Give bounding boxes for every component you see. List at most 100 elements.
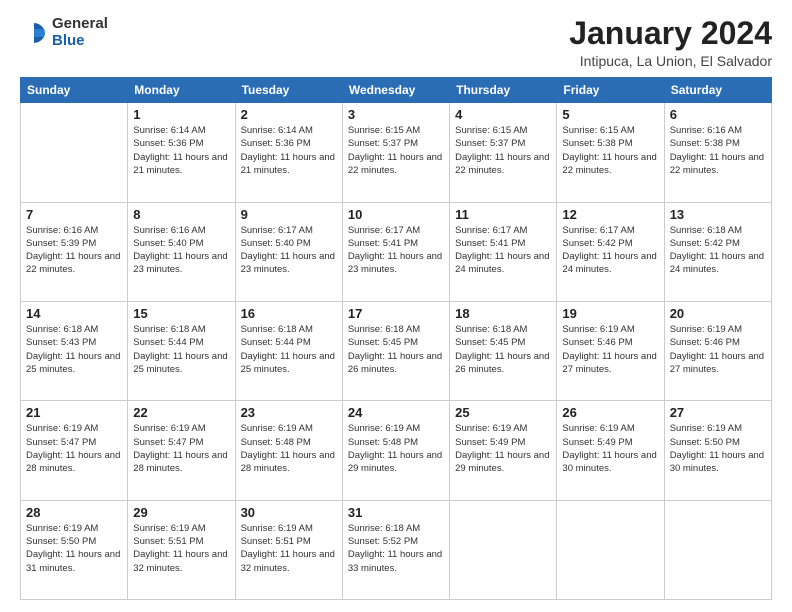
- calendar-cell: 16 Sunrise: 6:18 AMSunset: 5:44 PMDayligh…: [235, 301, 342, 400]
- calendar-cell: 3 Sunrise: 6:15 AMSunset: 5:37 PMDaylight…: [342, 103, 449, 202]
- calendar-cell: 28Sunrise: 6:19 AMSunset: 5:50 PMDayligh…: [21, 500, 128, 599]
- weekday-header-wednesday: Wednesday: [342, 78, 449, 103]
- day-info: Sunrise: 6:15 AMSunset: 5:37 PMDaylight:…: [348, 124, 444, 177]
- calendar-cell: 9 Sunrise: 6:17 AMSunset: 5:40 PMDaylight…: [235, 202, 342, 301]
- day-number: 27: [670, 405, 766, 420]
- day-number: 25: [455, 405, 551, 420]
- calendar-cell: 20Sunrise: 6:19 AMSunset: 5:46 PMDayligh…: [664, 301, 771, 400]
- day-number: 4: [455, 107, 551, 122]
- weekday-header-tuesday: Tuesday: [235, 78, 342, 103]
- calendar-cell: 4 Sunrise: 6:15 AMSunset: 5:37 PMDaylight…: [450, 103, 557, 202]
- calendar-cell: [450, 500, 557, 599]
- weekday-header-sunday: Sunday: [21, 78, 128, 103]
- calendar-cell: 11Sunrise: 6:17 AMSunset: 5:41 PMDayligh…: [450, 202, 557, 301]
- logo-icon: [20, 19, 48, 47]
- day-info: Sunrise: 6:15 AMSunset: 5:37 PMDaylight:…: [455, 124, 551, 177]
- day-info: Sunrise: 6:17 AMSunset: 5:40 PMDaylight:…: [241, 224, 337, 277]
- day-number: 7: [26, 207, 122, 222]
- day-number: 19: [562, 306, 658, 321]
- weekday-header-friday: Friday: [557, 78, 664, 103]
- calendar-cell: 15 Sunrise: 6:18 AMSunset: 5:44 PMDayligh…: [128, 301, 235, 400]
- day-info: Sunrise: 6:16 AMSunset: 5:38 PMDaylight:…: [670, 124, 766, 177]
- day-number: 30: [241, 505, 337, 520]
- day-number: 5: [562, 107, 658, 122]
- day-number: 22: [133, 405, 229, 420]
- day-info: Sunrise: 6:18 AMSunset: 5:45 PMDaylight:…: [455, 323, 551, 376]
- day-info: Sunrise: 6:14 AMSunset: 5:36 PMDaylight:…: [133, 124, 229, 177]
- calendar-cell: 6 Sunrise: 6:16 AMSunset: 5:38 PMDaylight…: [664, 103, 771, 202]
- calendar-cell: 18Sunrise: 6:18 AMSunset: 5:45 PMDayligh…: [450, 301, 557, 400]
- calendar-cell: 7 Sunrise: 6:16 AMSunset: 5:39 PMDaylight…: [21, 202, 128, 301]
- day-number: 6: [670, 107, 766, 122]
- calendar-cell: 31Sunrise: 6:18 AMSunset: 5:52 PMDayligh…: [342, 500, 449, 599]
- day-info: Sunrise: 6:19 AMSunset: 5:48 PMDaylight:…: [348, 422, 444, 475]
- calendar-cell: [21, 103, 128, 202]
- day-number: 20: [670, 306, 766, 321]
- day-number: 14: [26, 306, 122, 321]
- weekday-header-row: SundayMondayTuesdayWednesdayThursdayFrid…: [21, 78, 772, 103]
- day-number: 3: [348, 107, 444, 122]
- day-info: Sunrise: 6:18 AMSunset: 5:44 PMDaylight:…: [241, 323, 337, 376]
- day-number: 29: [133, 505, 229, 520]
- day-number: 21: [26, 405, 122, 420]
- day-info: Sunrise: 6:19 AMSunset: 5:47 PMDaylight:…: [133, 422, 229, 475]
- month-title: January 2024: [569, 16, 772, 51]
- location-subtitle: Intipuca, La Union, El Salvador: [569, 53, 772, 69]
- calendar-cell: 12Sunrise: 6:17 AMSunset: 5:42 PMDayligh…: [557, 202, 664, 301]
- calendar-week-row: 14 Sunrise: 6:18 AMSunset: 5:43 PMDayligh…: [21, 301, 772, 400]
- calendar-cell: [664, 500, 771, 599]
- day-info: Sunrise: 6:19 AMSunset: 5:49 PMDaylight:…: [562, 422, 658, 475]
- calendar-week-row: 1 Sunrise: 6:14 AMSunset: 5:36 PMDaylight…: [21, 103, 772, 202]
- day-info: Sunrise: 6:18 AMSunset: 5:42 PMDaylight:…: [670, 224, 766, 277]
- calendar-cell: 29 Sunrise: 6:19 AMSunset: 5:51 PMDayligh…: [128, 500, 235, 599]
- calendar-cell: 10 Sunrise: 6:17 AMSunset: 5:41 PMDayligh…: [342, 202, 449, 301]
- day-number: 23: [241, 405, 337, 420]
- logo-text: General Blue: [52, 16, 108, 49]
- calendar-cell: 2 Sunrise: 6:14 AMSunset: 5:36 PMDaylight…: [235, 103, 342, 202]
- day-info: Sunrise: 6:19 AMSunset: 5:47 PMDaylight:…: [26, 422, 122, 475]
- calendar-week-row: 7 Sunrise: 6:16 AMSunset: 5:39 PMDaylight…: [21, 202, 772, 301]
- calendar-cell: 21 Sunrise: 6:19 AMSunset: 5:47 PMDayligh…: [21, 401, 128, 500]
- day-number: 10: [348, 207, 444, 222]
- calendar-table: SundayMondayTuesdayWednesdayThursdayFrid…: [20, 77, 772, 600]
- calendar-cell: 30Sunrise: 6:19 AMSunset: 5:51 PMDayligh…: [235, 500, 342, 599]
- day-number: 16: [241, 306, 337, 321]
- day-info: Sunrise: 6:18 AMSunset: 5:45 PMDaylight:…: [348, 323, 444, 376]
- calendar-cell: 22 Sunrise: 6:19 AMSunset: 5:47 PMDayligh…: [128, 401, 235, 500]
- page: General Blue January 2024 Intipuca, La U…: [0, 0, 792, 612]
- day-info: Sunrise: 6:18 AMSunset: 5:44 PMDaylight:…: [133, 323, 229, 376]
- day-info: Sunrise: 6:19 AMSunset: 5:50 PMDaylight:…: [670, 422, 766, 475]
- day-number: 15: [133, 306, 229, 321]
- day-number: 26: [562, 405, 658, 420]
- day-number: 9: [241, 207, 337, 222]
- calendar-cell: [557, 500, 664, 599]
- day-info: Sunrise: 6:19 AMSunset: 5:49 PMDaylight:…: [455, 422, 551, 475]
- day-info: Sunrise: 6:18 AMSunset: 5:52 PMDaylight:…: [348, 522, 444, 575]
- day-number: 2: [241, 107, 337, 122]
- weekday-header-saturday: Saturday: [664, 78, 771, 103]
- day-info: Sunrise: 6:17 AMSunset: 5:42 PMDaylight:…: [562, 224, 658, 277]
- title-block: January 2024 Intipuca, La Union, El Salv…: [569, 16, 772, 69]
- day-info: Sunrise: 6:19 AMSunset: 5:48 PMDaylight:…: [241, 422, 337, 475]
- calendar-cell: 5Sunrise: 6:15 AMSunset: 5:38 PMDaylight…: [557, 103, 664, 202]
- calendar-cell: 17 Sunrise: 6:18 AMSunset: 5:45 PMDayligh…: [342, 301, 449, 400]
- day-info: Sunrise: 6:18 AMSunset: 5:43 PMDaylight:…: [26, 323, 122, 376]
- calendar-week-row: 28Sunrise: 6:19 AMSunset: 5:50 PMDayligh…: [21, 500, 772, 599]
- calendar-cell: 14 Sunrise: 6:18 AMSunset: 5:43 PMDayligh…: [21, 301, 128, 400]
- day-info: Sunrise: 6:16 AMSunset: 5:40 PMDaylight:…: [133, 224, 229, 277]
- weekday-header-monday: Monday: [128, 78, 235, 103]
- day-info: Sunrise: 6:16 AMSunset: 5:39 PMDaylight:…: [26, 224, 122, 277]
- day-info: Sunrise: 6:19 AMSunset: 5:46 PMDaylight:…: [562, 323, 658, 376]
- day-info: Sunrise: 6:17 AMSunset: 5:41 PMDaylight:…: [348, 224, 444, 277]
- day-info: Sunrise: 6:14 AMSunset: 5:36 PMDaylight:…: [241, 124, 337, 177]
- day-info: Sunrise: 6:19 AMSunset: 5:51 PMDaylight:…: [133, 522, 229, 575]
- calendar-cell: 23 Sunrise: 6:19 AMSunset: 5:48 PMDayligh…: [235, 401, 342, 500]
- calendar-cell: 25 Sunrise: 6:19 AMSunset: 5:49 PMDayligh…: [450, 401, 557, 500]
- day-number: 1: [133, 107, 229, 122]
- calendar-week-row: 21 Sunrise: 6:19 AMSunset: 5:47 PMDayligh…: [21, 401, 772, 500]
- logo: General Blue: [20, 16, 108, 49]
- day-number: 17: [348, 306, 444, 321]
- calendar-cell: 27 Sunrise: 6:19 AMSunset: 5:50 PMDayligh…: [664, 401, 771, 500]
- day-number: 8: [133, 207, 229, 222]
- day-number: 11: [455, 207, 551, 222]
